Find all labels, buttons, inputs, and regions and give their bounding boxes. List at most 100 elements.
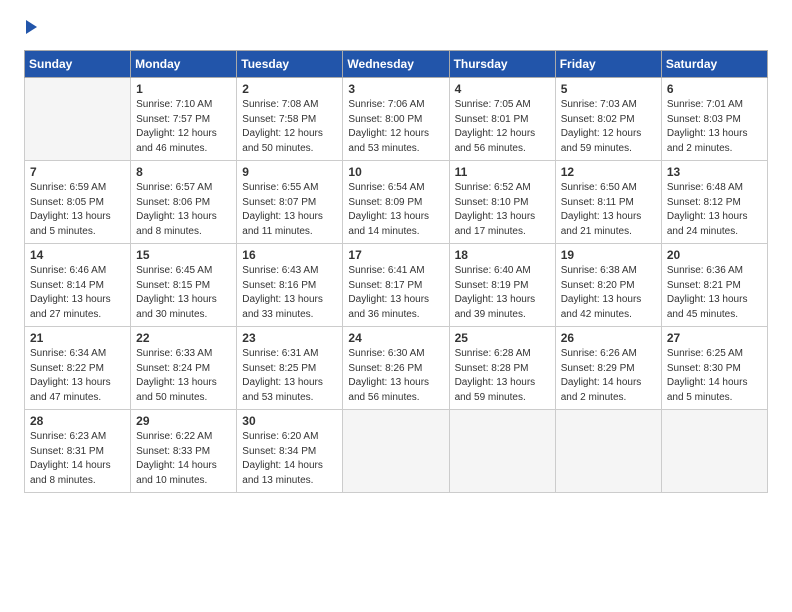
calendar-cell: 23 Sunrise: 6:31 AM Sunset: 8:25 PM Dayli… <box>237 327 343 410</box>
day-number: 10 <box>348 165 443 179</box>
calendar-cell: 18Sunrise: 6:40 AM Sunset: 8:19 PM Dayli… <box>449 244 555 327</box>
day-number: 23 <box>242 331 337 345</box>
day-number: 2 <box>242 82 337 96</box>
day-number: 30 <box>242 414 337 428</box>
week-row-1: 1 Sunrise: 7:10 AM Sunset: 7:57 PM Daylig… <box>25 78 768 161</box>
calendar-table: SundayMondayTuesdayWednesdayThursdayFrid… <box>24 50 768 493</box>
calendar-cell: 17 Sunrise: 6:41 AM Sunset: 8:17 PM Dayli… <box>343 244 449 327</box>
logo-arrow-icon <box>26 20 37 34</box>
day-header-tuesday: Tuesday <box>237 51 343 78</box>
calendar-cell: 6 Sunrise: 7:01 AM Sunset: 8:03 PM Daylig… <box>661 78 767 161</box>
calendar-cell <box>555 410 661 493</box>
calendar-cell: 3 Sunrise: 7:06 AM Sunset: 8:00 PM Daylig… <box>343 78 449 161</box>
day-content: Sunrise: 7:01 AM Sunset: 8:03 PM Dayligh… <box>667 98 762 156</box>
calendar-cell: 13 Sunrise: 6:48 AM Sunset: 8:12 PM Dayli… <box>661 161 767 244</box>
calendar-cell: 4Sunrise: 7:05 AM Sunset: 8:01 PM Daylig… <box>449 78 555 161</box>
day-content: Sunrise: 7:05 AM Sunset: 8:01 PM Dayligh… <box>455 98 550 156</box>
day-number: 28 <box>30 414 125 428</box>
week-row-3: 14 Sunrise: 6:46 AM Sunset: 8:14 PM Dayli… <box>25 244 768 327</box>
calendar-cell: 19 Sunrise: 6:38 AM Sunset: 8:20 PM Dayli… <box>555 244 661 327</box>
day-number: 17 <box>348 248 443 262</box>
day-content: Sunrise: 6:36 AM Sunset: 8:21 PM Dayligh… <box>667 264 762 322</box>
day-header-saturday: Saturday <box>661 51 767 78</box>
day-content: Sunrise: 6:22 AM Sunset: 8:33 PM Dayligh… <box>136 430 231 488</box>
calendar-cell: 21 Sunrise: 6:34 AM Sunset: 8:22 PM Dayli… <box>25 327 131 410</box>
day-number: 21 <box>30 331 125 345</box>
day-content: Sunrise: 6:46 AM Sunset: 8:14 PM Dayligh… <box>30 264 125 322</box>
day-number: 26 <box>561 331 656 345</box>
day-content: Sunrise: 6:34 AM Sunset: 8:22 PM Dayligh… <box>30 347 125 405</box>
day-content: Sunrise: 7:03 AM Sunset: 8:02 PM Dayligh… <box>561 98 656 156</box>
day-content: Sunrise: 7:06 AM Sunset: 8:00 PM Dayligh… <box>348 98 443 156</box>
calendar-cell: 20 Sunrise: 6:36 AM Sunset: 8:21 PM Dayli… <box>661 244 767 327</box>
calendar-cell <box>25 78 131 161</box>
day-header-friday: Friday <box>555 51 661 78</box>
calendar-cell: 8 Sunrise: 6:57 AM Sunset: 8:06 PM Daylig… <box>131 161 237 244</box>
calendar-cell: 9Sunrise: 6:55 AM Sunset: 8:07 PM Daylig… <box>237 161 343 244</box>
week-row-2: 7 Sunrise: 6:59 AM Sunset: 8:05 PM Daylig… <box>25 161 768 244</box>
day-number: 19 <box>561 248 656 262</box>
day-header-monday: Monday <box>131 51 237 78</box>
day-content: Sunrise: 7:08 AM Sunset: 7:58 PM Dayligh… <box>242 98 337 156</box>
calendar-cell: 1 Sunrise: 7:10 AM Sunset: 7:57 PM Daylig… <box>131 78 237 161</box>
day-content: Sunrise: 7:10 AM Sunset: 7:57 PM Dayligh… <box>136 98 231 156</box>
day-content: Sunrise: 6:54 AM Sunset: 8:09 PM Dayligh… <box>348 181 443 239</box>
day-content: Sunrise: 6:52 AM Sunset: 8:10 PM Dayligh… <box>455 181 550 239</box>
calendar-cell: 26 Sunrise: 6:26 AM Sunset: 8:29 PM Dayli… <box>555 327 661 410</box>
day-content: Sunrise: 6:55 AM Sunset: 8:07 PM Dayligh… <box>242 181 337 239</box>
calendar-cell: 22Sunrise: 6:33 AM Sunset: 8:24 PM Dayli… <box>131 327 237 410</box>
day-number: 11 <box>455 165 550 179</box>
day-number: 20 <box>667 248 762 262</box>
day-number: 24 <box>348 331 443 345</box>
week-row-5: 28 Sunrise: 6:23 AM Sunset: 8:31 PM Dayli… <box>25 410 768 493</box>
calendar-cell: 11 Sunrise: 6:52 AM Sunset: 8:10 PM Dayli… <box>449 161 555 244</box>
day-number: 13 <box>667 165 762 179</box>
calendar-cell: 5 Sunrise: 7:03 AM Sunset: 8:02 PM Daylig… <box>555 78 661 161</box>
calendar-cell: 24 Sunrise: 6:30 AM Sunset: 8:26 PM Dayli… <box>343 327 449 410</box>
calendar-cell: 10 Sunrise: 6:54 AM Sunset: 8:09 PM Dayli… <box>343 161 449 244</box>
day-content: Sunrise: 6:23 AM Sunset: 8:31 PM Dayligh… <box>30 430 125 488</box>
day-number: 7 <box>30 165 125 179</box>
day-number: 8 <box>136 165 231 179</box>
day-content: Sunrise: 6:48 AM Sunset: 8:12 PM Dayligh… <box>667 181 762 239</box>
day-content: Sunrise: 6:20 AM Sunset: 8:34 PM Dayligh… <box>242 430 337 488</box>
day-header-thursday: Thursday <box>449 51 555 78</box>
day-content: Sunrise: 6:38 AM Sunset: 8:20 PM Dayligh… <box>561 264 656 322</box>
calendar-cell: 27Sunrise: 6:25 AM Sunset: 8:30 PM Dayli… <box>661 327 767 410</box>
day-content: Sunrise: 6:26 AM Sunset: 8:29 PM Dayligh… <box>561 347 656 405</box>
day-number: 29 <box>136 414 231 428</box>
day-content: Sunrise: 6:57 AM Sunset: 8:06 PM Dayligh… <box>136 181 231 239</box>
day-number: 3 <box>348 82 443 96</box>
calendar-cell: 25 Sunrise: 6:28 AM Sunset: 8:28 PM Dayli… <box>449 327 555 410</box>
day-number: 22 <box>136 331 231 345</box>
week-row-4: 21 Sunrise: 6:34 AM Sunset: 8:22 PM Dayli… <box>25 327 768 410</box>
calendar-cell: 28 Sunrise: 6:23 AM Sunset: 8:31 PM Dayli… <box>25 410 131 493</box>
calendar-cell <box>449 410 555 493</box>
day-number: 15 <box>136 248 231 262</box>
calendar-cell: 15 Sunrise: 6:45 AM Sunset: 8:15 PM Dayli… <box>131 244 237 327</box>
day-number: 14 <box>30 248 125 262</box>
calendar-cell: 16Sunrise: 6:43 AM Sunset: 8:16 PM Dayli… <box>237 244 343 327</box>
day-content: Sunrise: 6:41 AM Sunset: 8:17 PM Dayligh… <box>348 264 443 322</box>
day-header-sunday: Sunday <box>25 51 131 78</box>
header-row: SundayMondayTuesdayWednesdayThursdayFrid… <box>25 51 768 78</box>
day-number: 6 <box>667 82 762 96</box>
calendar-cell <box>343 410 449 493</box>
header <box>24 20 768 34</box>
day-number: 1 <box>136 82 231 96</box>
day-content: Sunrise: 6:50 AM Sunset: 8:11 PM Dayligh… <box>561 181 656 239</box>
day-content: Sunrise: 6:30 AM Sunset: 8:26 PM Dayligh… <box>348 347 443 405</box>
day-number: 18 <box>455 248 550 262</box>
logo <box>24 20 39 34</box>
day-number: 25 <box>455 331 550 345</box>
day-header-wednesday: Wednesday <box>343 51 449 78</box>
day-content: Sunrise: 6:45 AM Sunset: 8:15 PM Dayligh… <box>136 264 231 322</box>
calendar-cell: 12Sunrise: 6:50 AM Sunset: 8:11 PM Dayli… <box>555 161 661 244</box>
day-content: Sunrise: 6:31 AM Sunset: 8:25 PM Dayligh… <box>242 347 337 405</box>
calendar-cell <box>661 410 767 493</box>
day-content: Sunrise: 6:59 AM Sunset: 8:05 PM Dayligh… <box>30 181 125 239</box>
page: SundayMondayTuesdayWednesdayThursdayFrid… <box>0 0 792 513</box>
day-content: Sunrise: 6:28 AM Sunset: 8:28 PM Dayligh… <box>455 347 550 405</box>
day-content: Sunrise: 6:25 AM Sunset: 8:30 PM Dayligh… <box>667 347 762 405</box>
day-number: 5 <box>561 82 656 96</box>
